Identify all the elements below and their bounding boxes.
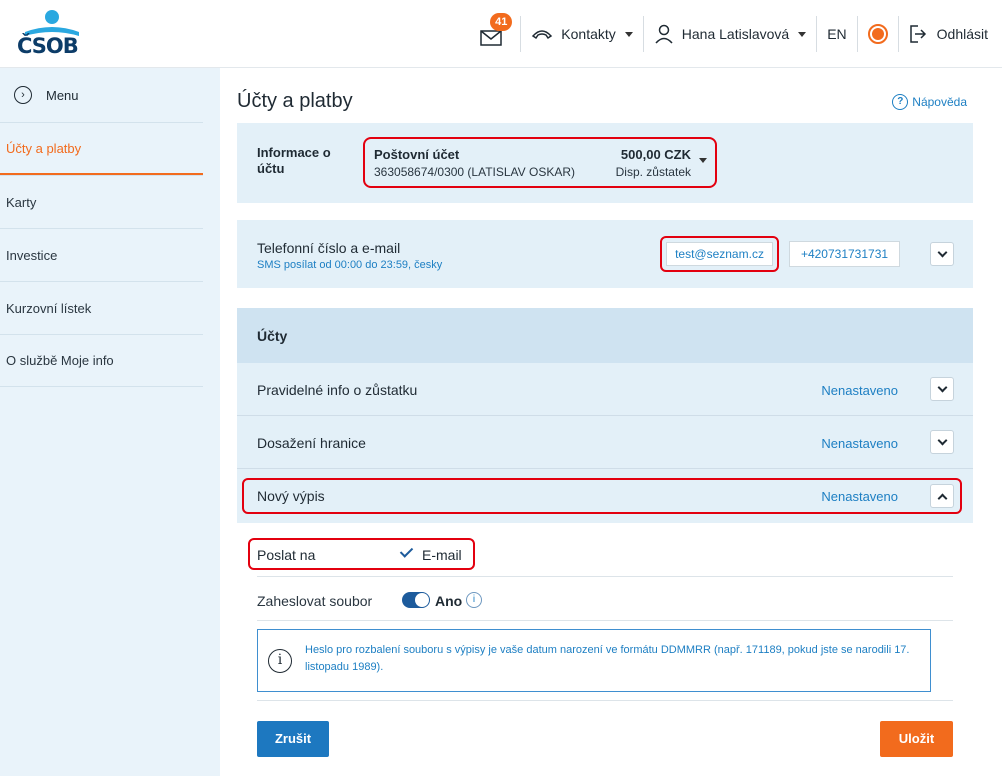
cancel-button[interactable]: Zrušit: [257, 721, 329, 757]
info-note-text: Heslo pro rozbalení souboru s výpisy je …: [305, 644, 910, 673]
sidebar-item-label: Kurzovní lístek: [6, 300, 92, 316]
password-info-note: i Heslo pro rozbalení souboru s výpisy j…: [257, 629, 931, 692]
sms-schedule: SMS posílat od 00:00 do 23:59, česky: [257, 259, 443, 271]
row-label: Dosažení hranice: [257, 435, 366, 451]
balance-type: Disp. zůstatek: [615, 165, 691, 179]
menu-label: Menu: [46, 87, 79, 103]
row-status: Nenastaveno: [821, 436, 898, 451]
chevron-down-icon: [624, 31, 633, 37]
header-actions: 41 Kontakty Hana Latislavová EN Odhlásit: [470, 0, 1002, 68]
new-statement-row[interactable]: Nový výpis Nenastaveno: [237, 469, 973, 523]
chevron-down-icon: [798, 31, 807, 37]
password-toggle-value: Ano: [435, 593, 463, 609]
sidebar-item-label: O službě Moje info: [6, 353, 114, 368]
account-info-panel: Informace o účtu Poštovní účet 363058674…: [237, 123, 973, 203]
logo-text: ČSOB: [17, 34, 79, 58]
phone-icon: [531, 28, 553, 40]
language-switch[interactable]: EN: [817, 16, 856, 52]
account-number: 363058674/0300 (LATISLAV OSKAR): [374, 165, 576, 179]
mail-icon: 41: [480, 13, 513, 46]
email-highlight: test@seznam.cz: [660, 236, 779, 272]
accounts-section-title: Účty: [257, 328, 288, 344]
row-label: Pravidelné info o zůstatku: [257, 382, 418, 398]
collapse-button[interactable]: [930, 484, 954, 508]
sidebar-item-label: Karty: [6, 194, 37, 210]
account-balance: 500,00 CZK: [620, 147, 691, 162]
contacts-dropdown[interactable]: Kontakty: [521, 16, 642, 52]
expand-button[interactable]: [930, 430, 954, 454]
logout-icon: [909, 24, 927, 44]
send-to-label: Poslat na: [257, 547, 316, 563]
password-file-label: Zaheslovat soubor: [257, 593, 373, 609]
page-title: Účty a platby: [237, 90, 353, 112]
balance-info-row[interactable]: Pravidelné info o zůstatku Nenastaveno: [237, 363, 973, 416]
sidebar-item-exchange-rates[interactable]: Kurzovní lístek: [0, 281, 203, 334]
row-status: Nenastaveno: [821, 489, 898, 504]
statement-settings: Poslat na E-mail Zaheslovat soubor Ano i…: [237, 523, 973, 776]
contact-panel: Telefonní číslo a e-mail SMS posílat od …: [237, 220, 973, 288]
sidebar-nav: Účty a platby Karty Investice Kurzovní l…: [0, 122, 220, 387]
row-status: Nenastaveno: [821, 383, 898, 398]
email-option-label[interactable]: E-mail: [422, 547, 462, 563]
divider: [257, 700, 953, 701]
unread-count-badge: 41: [490, 13, 513, 31]
logout-button[interactable]: Odhlásit: [899, 16, 1002, 52]
chevron-right-circle-icon: ›: [14, 86, 32, 104]
help-label: Nápověda: [912, 95, 967, 109]
chevron-down-icon: [937, 435, 947, 445]
row-label: Nový výpis: [257, 488, 325, 504]
email-checkbox[interactable]: [400, 545, 414, 559]
save-button[interactable]: Uložit: [880, 721, 953, 757]
user-name: Hana Latislavová: [681, 26, 790, 42]
sidebar-item-investments[interactable]: Investice: [0, 228, 203, 281]
sidebar-item-cards[interactable]: Karty: [0, 175, 203, 228]
messages-button[interactable]: 41: [470, 13, 520, 52]
accounts-section-header: Účty: [237, 308, 973, 363]
sidebar-item-accounts-payments[interactable]: Účty a platby: [0, 122, 203, 175]
account-select[interactable]: Poštovní účet 363058674/0300 (LATISLAV O…: [363, 137, 717, 188]
phone-chip[interactable]: +420731731731: [789, 241, 900, 267]
email-chip[interactable]: test@seznam.cz: [666, 242, 773, 266]
account-info-label: Informace o účtu: [257, 145, 331, 176]
contacts-label: Kontakty: [561, 26, 616, 42]
sidebar-item-label: Investice: [6, 247, 58, 263]
main-content: Účty a platby ? Nápověda Informace o účt…: [220, 68, 1002, 776]
top-header: ČSOB 41 Kontakty Hana Latislavová EN Odh…: [0, 0, 1002, 68]
account-name: Poštovní účet: [374, 147, 460, 162]
chevron-down-icon: [699, 158, 707, 163]
contact-expand-button[interactable]: [930, 242, 954, 266]
user-menu-dropdown[interactable]: Hana Latislavová: [644, 16, 816, 52]
contact-title: Telefonní číslo a e-mail: [257, 240, 401, 256]
expand-button[interactable]: [930, 377, 954, 401]
sidebar: › Menu Účty a platby Karty Investice Kur…: [0, 68, 220, 776]
chevron-down-icon: [937, 382, 947, 392]
menu-toggle[interactable]: › Menu: [0, 68, 220, 122]
limit-reached-row[interactable]: Dosažení hranice Nenastaveno: [237, 416, 973, 469]
status-dot-icon: [867, 24, 888, 44]
chevron-up-icon: [937, 493, 947, 503]
theme-toggle[interactable]: [858, 16, 898, 52]
info-circle-icon: i: [268, 649, 292, 673]
user-icon: [654, 24, 674, 44]
question-icon: ?: [892, 94, 909, 110]
info-icon[interactable]: i: [466, 592, 482, 608]
sidebar-item-about-service[interactable]: O službě Moje info: [0, 334, 203, 387]
help-link[interactable]: ? Nápověda: [892, 94, 967, 110]
chevron-down-icon: [937, 247, 947, 257]
password-toggle[interactable]: [402, 592, 430, 608]
divider: [257, 576, 953, 577]
csob-logo[interactable]: ČSOB: [17, 10, 87, 60]
sidebar-item-label: Účty a platby: [6, 140, 82, 156]
logout-label: Odhlásit: [936, 26, 988, 42]
divider: [257, 620, 953, 621]
